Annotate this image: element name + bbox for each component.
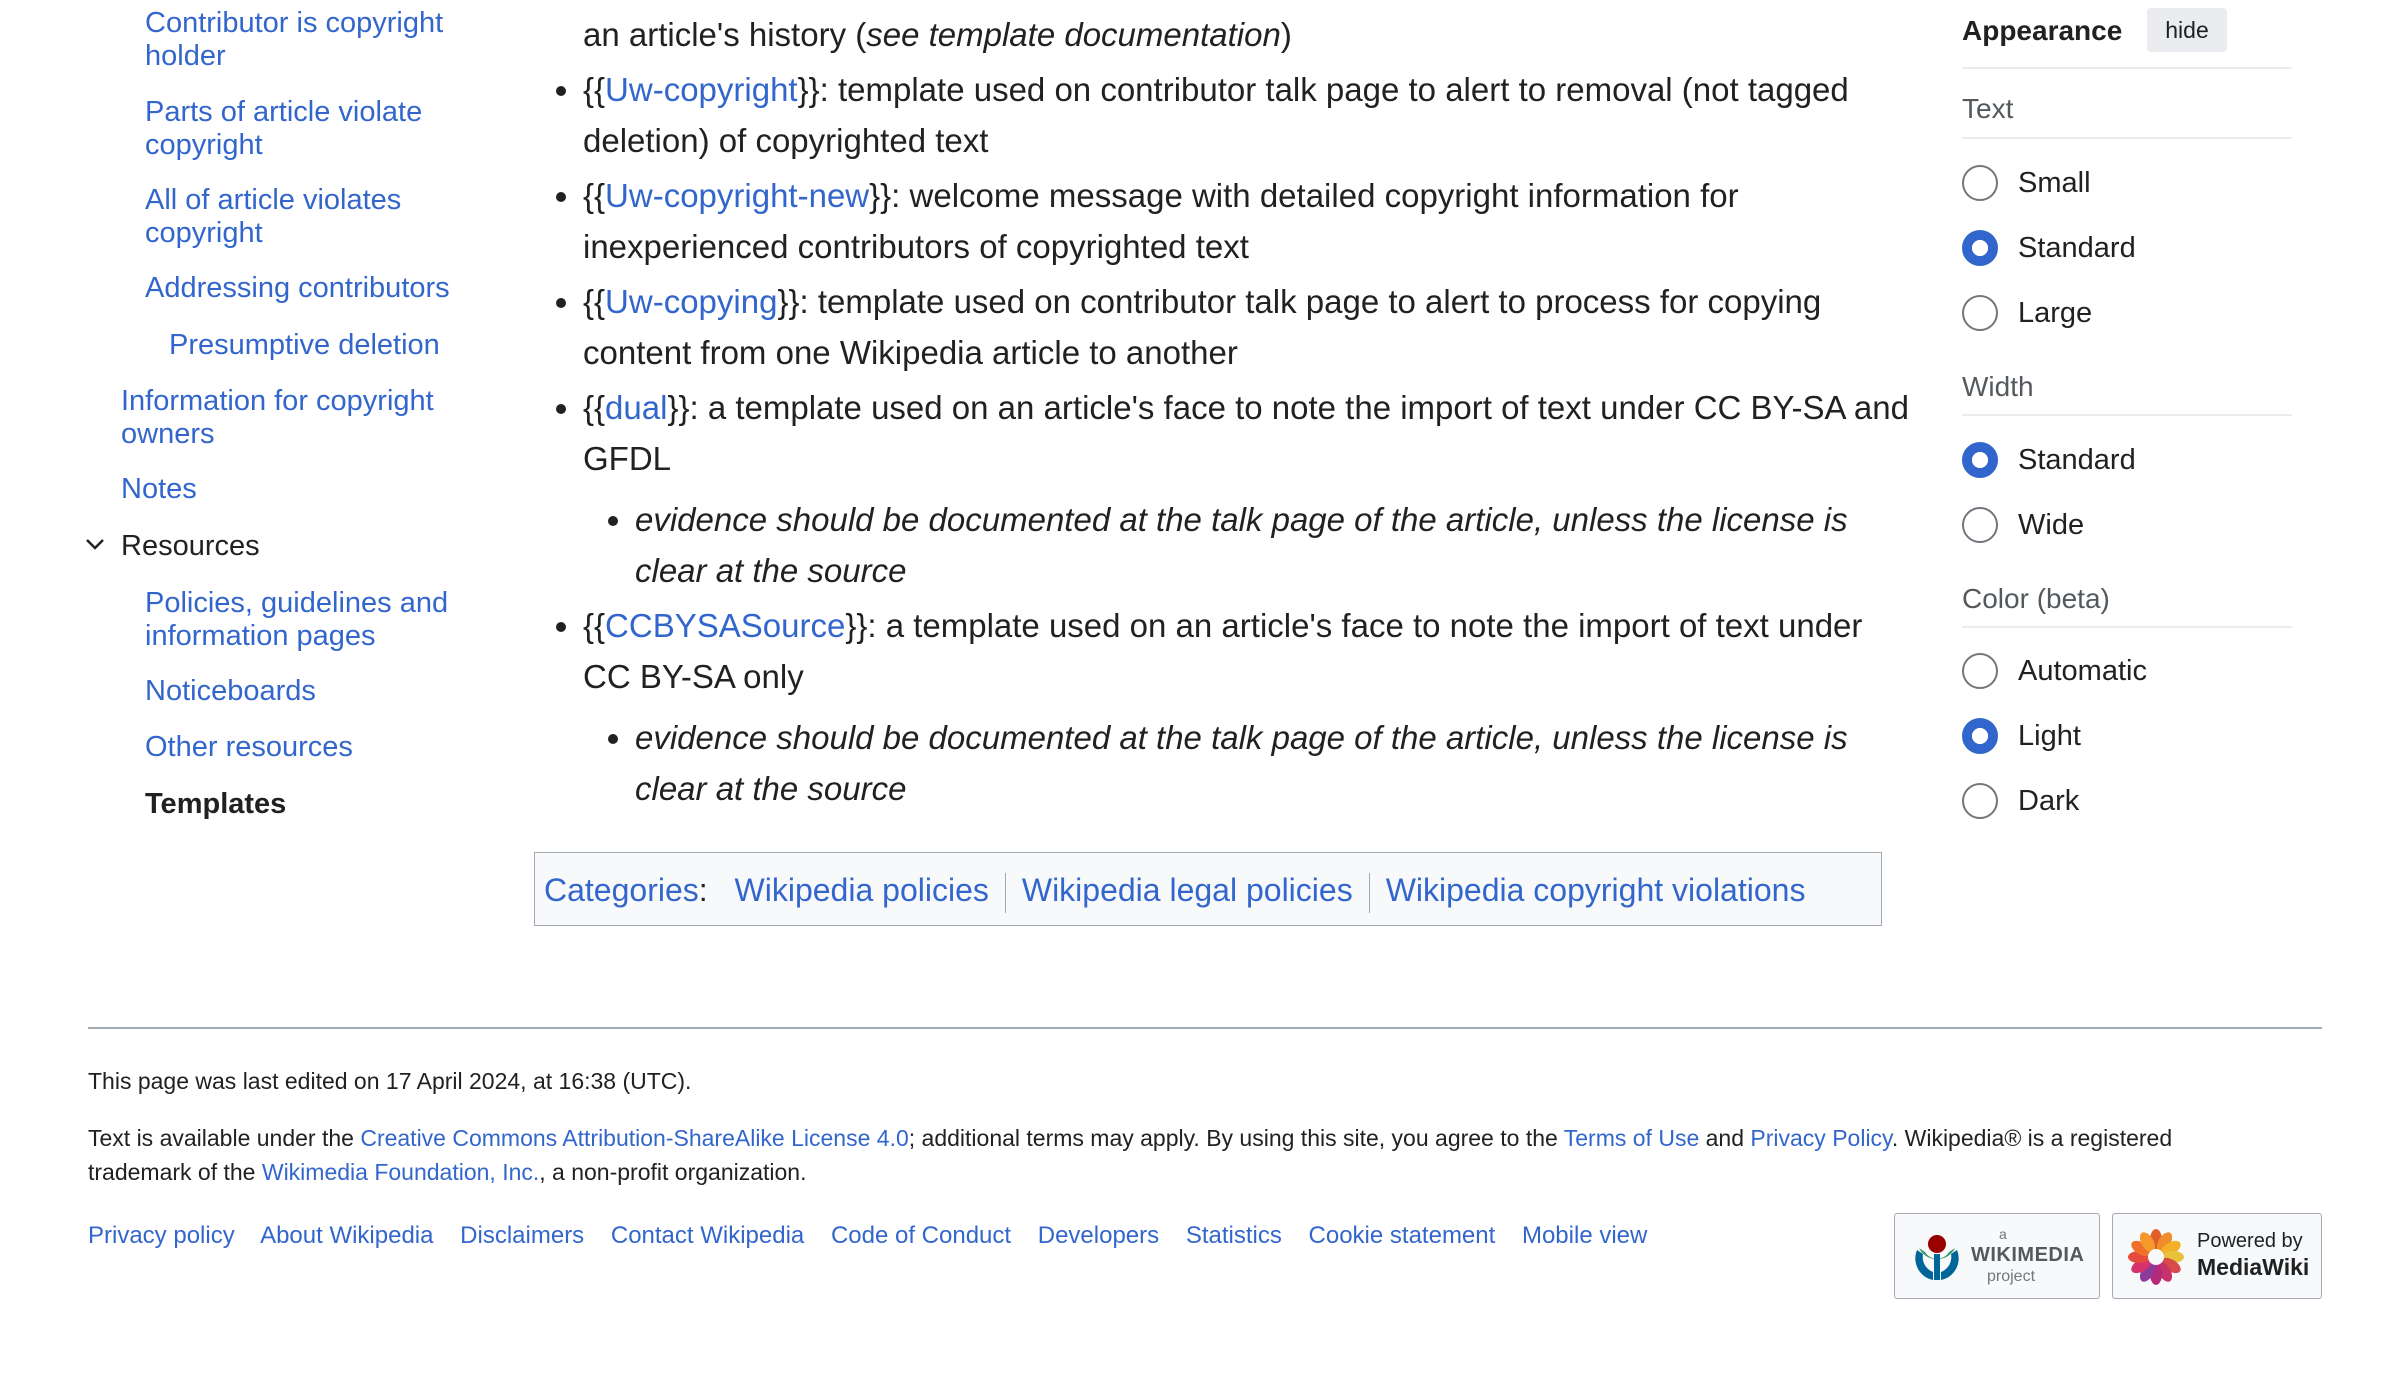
footer-link-mobile-view[interactable]: Mobile view — [1522, 1222, 1647, 1249]
wikimedia-foundation-link[interactable]: Wikimedia Foundation, Inc. — [262, 1159, 539, 1185]
categories-colon: : — [698, 872, 708, 908]
radio-text-large[interactable] — [1962, 295, 1998, 331]
list-bullet — [556, 622, 566, 632]
sub-note-continuation: clear at the source — [635, 770, 907, 807]
footer-link-developers[interactable]: Developers — [1038, 1222, 1159, 1249]
list-bullet — [608, 516, 618, 526]
footer-link-contact-wikipedia[interactable]: Contact Wikipedia — [611, 1222, 804, 1249]
toc-item-templates-current[interactable]: Templates — [145, 788, 475, 821]
toc-item-addressing-contributors[interactable]: Addressing contributors — [145, 272, 475, 305]
footer-link-privacy-policy[interactable]: Privacy policy — [88, 1222, 235, 1249]
list-item-continuation: content from one Wikipedia article to an… — [583, 334, 1238, 371]
template-link-uw-copyright[interactable]: Uw-copyright — [605, 71, 798, 108]
footer-link-cookie-statement[interactable]: Cookie statement — [1309, 1222, 1496, 1249]
sub-note: evidence should be documented at the tal… — [635, 501, 1848, 538]
radio-label-text-standard[interactable]: Standard — [2018, 232, 2136, 265]
category-links: Categories: Wikipedia policies Wikipedia … — [534, 852, 1882, 926]
radio-color-light[interactable] — [1962, 718, 1998, 754]
cc-license-link[interactable]: Creative Commons Attribution-ShareAlike … — [360, 1125, 908, 1151]
radio-label-text-large[interactable]: Large — [2018, 297, 2092, 330]
list-item-continuation: deletion) of copyrighted text — [583, 122, 989, 159]
footer-divider — [88, 1027, 2322, 1029]
wikimedia-badge-project: project — [1987, 1268, 2036, 1285]
mediawiki-badge-powered-by: Powered by — [2197, 1230, 2303, 1252]
radio-label-color-automatic[interactable]: Automatic — [2018, 655, 2147, 688]
radio-label-color-dark[interactable]: Dark — [2018, 785, 2079, 818]
toc-item-other-resources[interactable]: Other resources — [145, 731, 475, 764]
divider — [1962, 626, 2292, 628]
divider — [1962, 137, 2292, 139]
privacy-policy-inline-link[interactable]: Privacy Policy — [1750, 1125, 1891, 1151]
appearance-title: Appearance — [1962, 15, 2123, 46]
radio-label-color-light[interactable]: Light — [2018, 720, 2081, 753]
wikimedia-logo-icon — [1915, 1235, 1959, 1280]
sub-note: evidence should be documented at the tal… — [635, 719, 1848, 756]
list-bullet — [556, 404, 566, 414]
list-bullet — [556, 192, 566, 202]
toc-item-parts-of-article-violate-copyright[interactable]: Parts of article violate copyright — [145, 96, 475, 162]
template-link-dual[interactable]: dual — [605, 389, 667, 426]
list-item: {{CCBYSASource}}: a template used on an … — [583, 607, 1863, 644]
category-wikipedia-legal-policies[interactable]: Wikipedia legal policies — [1022, 872, 1353, 908]
list-item-continuation: CC BY-SA only — [583, 658, 804, 695]
radio-label-text-small[interactable]: Small — [2018, 167, 2091, 200]
toc-item-all-of-article-violates-copyright[interactable]: All of article violates copyright — [145, 184, 475, 250]
list-item-continuation: inexperienced contributors of copyrighte… — [583, 228, 1249, 265]
radio-label-width-standard[interactable]: Standard — [2018, 444, 2136, 477]
list-item: {{Uw-copyright}}: template used on contr… — [583, 71, 1849, 108]
terms-of-use-link[interactable]: Terms of Use — [1564, 1125, 1699, 1151]
radio-color-dark[interactable] — [1962, 783, 1998, 819]
wikimedia-badge-a: a — [1999, 1226, 2007, 1242]
list-item: {{Uw-copyright-new}}: welcome message wi… — [583, 177, 1739, 214]
radio-label-width-wide[interactable]: Wide — [2018, 509, 2084, 542]
color-label: Color (beta) — [1962, 583, 2110, 614]
footer-link-code-of-conduct[interactable]: Code of Conduct — [831, 1222, 1011, 1249]
list-item: {{dual}}: a template used on an article'… — [583, 389, 1909, 426]
template-link-uw-copyright-new[interactable]: Uw-copyright-new — [605, 177, 869, 214]
chevron-down-icon[interactable] — [84, 533, 106, 555]
toc-item-noticeboards[interactable]: Noticeboards — [145, 675, 475, 708]
radio-color-automatic[interactable] — [1962, 653, 1998, 689]
toc-item-notes[interactable]: Notes — [121, 473, 461, 506]
radio-width-wide[interactable] — [1962, 507, 1998, 543]
list-bullet — [556, 298, 566, 308]
categories-link[interactable]: Categories — [544, 872, 699, 908]
radio-text-standard[interactable] — [1962, 230, 1998, 266]
category-wikipedia-copyright-violations[interactable]: Wikipedia copyright violations — [1386, 872, 1806, 908]
list-item-continuation: GFDL — [583, 440, 672, 477]
radio-text-small[interactable] — [1962, 165, 1998, 201]
list-bullet — [608, 734, 618, 744]
wikimedia-badge-title: WIKIMEDIA — [1971, 1244, 2085, 1266]
license-text: Text is available under the Creative Com… — [88, 1125, 2173, 1185]
divider — [1962, 414, 2292, 416]
mediawiki-badge[interactable]: Powered by MediaWiki — [2112, 1213, 2322, 1299]
toc-item-resources[interactable]: Resources — [121, 530, 260, 563]
footer-link-about-wikipedia[interactable]: About Wikipedia — [260, 1222, 433, 1249]
template-link-ccbysasource[interactable]: CCBYSASource — [605, 607, 845, 644]
category-wikipedia-policies[interactable]: Wikipedia policies — [735, 872, 989, 908]
template-link-uw-copying[interactable]: Uw-copying — [605, 283, 777, 320]
width-label: Width — [1962, 371, 2034, 402]
footer-links: Privacy policy About Wikipedia Disclaime… — [88, 1222, 1667, 1250]
category-separator — [1004, 872, 1006, 913]
mediawiki-flower-icon — [2128, 1229, 2184, 1285]
last-edited-text: This page was last edited on 17 April 20… — [88, 1068, 692, 1094]
toc-item-presumptive-deletion[interactable]: Presumptive deletion — [169, 329, 489, 362]
wikimedia-project-badge[interactable]: a WIKIMEDIA project — [1894, 1213, 2100, 1299]
toc-item-information-for-copyright-owners[interactable]: Information for copyright owners — [121, 385, 461, 451]
toc-item-contributor-is-copyright-holder[interactable]: Contributor is copyright holder — [145, 7, 475, 73]
text-size-label: Text — [1962, 93, 2014, 124]
radio-width-standard[interactable] — [1962, 442, 1998, 478]
mediawiki-badge-title: MediaWiki — [2197, 1254, 2310, 1280]
list-item: {{Uw-copying}}: template used on contrib… — [583, 283, 1822, 320]
divider — [1962, 67, 2292, 69]
footer-link-statistics[interactable]: Statistics — [1186, 1222, 1282, 1249]
category-separator — [1368, 872, 1370, 913]
content-line: an article's history (see template docum… — [583, 16, 1292, 53]
toc-item-policies-guidelines[interactable]: Policies, guidelines and information pag… — [145, 587, 475, 653]
footer-link-disclaimers[interactable]: Disclaimers — [460, 1222, 584, 1249]
list-bullet — [556, 86, 566, 96]
hide-button[interactable]: hide — [2147, 8, 2227, 52]
sub-note-continuation: clear at the source — [635, 552, 907, 589]
